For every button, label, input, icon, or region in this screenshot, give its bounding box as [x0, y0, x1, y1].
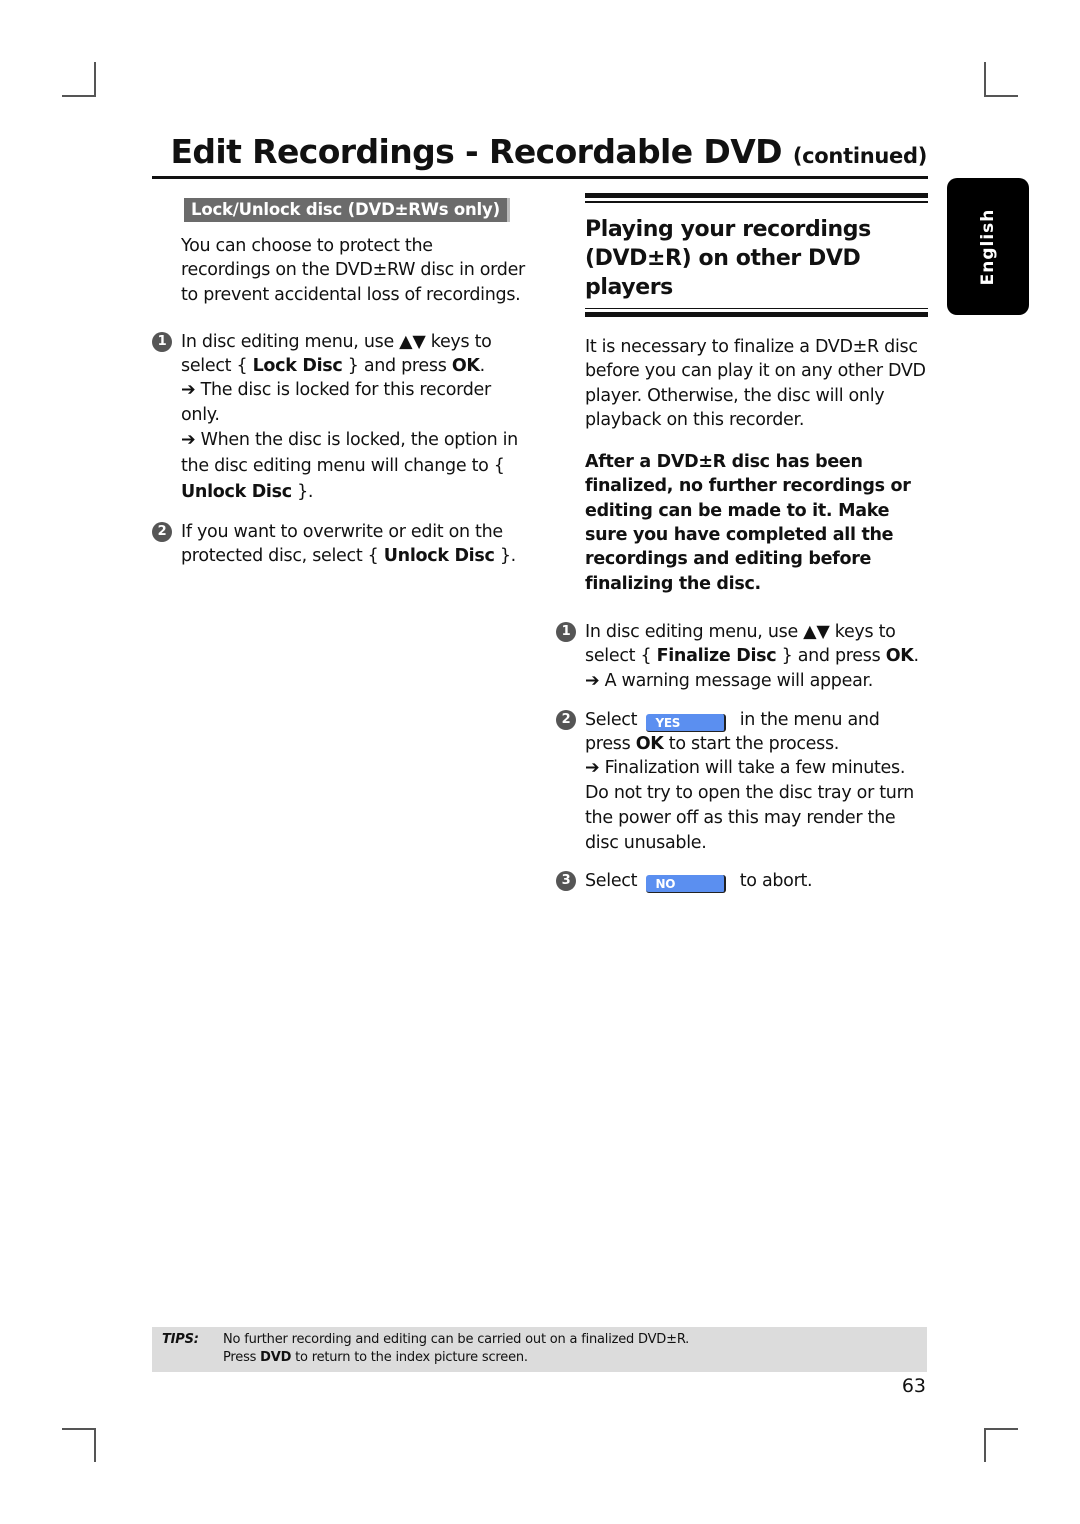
right-column: Playing your recordings (DVD±R) on other…	[556, 193, 928, 894]
step-number-icon: 2	[152, 522, 172, 543]
tips-box: TIPS: No further recording and editing c…	[152, 1327, 927, 1372]
lock-step-1: 1 In disc editing menu, use ▲▼ keys to s…	[152, 330, 527, 505]
tips-line-1: No further recording and editing can be …	[223, 1332, 690, 1347]
lock-intro-text: You can choose to protect the recordings…	[181, 236, 525, 305]
step-number-icon: 1	[152, 331, 172, 352]
yes-menu-badge: YES	[646, 713, 727, 732]
lock-step-1-result-2: ➔ When the disc is locked, the option in…	[181, 430, 518, 503]
step-number-icon: 1	[556, 621, 576, 642]
title-rule	[152, 176, 928, 179]
tips-label: TIPS:	[162, 1332, 199, 1347]
finalize-warning-text: After a DVD±R disc has been finalized, n…	[585, 452, 911, 594]
no-menu-badge: NO	[646, 875, 727, 894]
lock-step-2: 2 If you want to overwrite or edit on th…	[152, 520, 527, 569]
crop-mark-top-right-v	[984, 62, 986, 96]
crop-mark-bottom-left-v	[94, 1428, 96, 1462]
crop-mark-bottom-left-h	[62, 1428, 96, 1430]
crop-mark-top-right-h	[984, 95, 1018, 97]
page-number: 63	[901, 1375, 926, 1397]
page-title: Edit Recordings - Recordable DVD (contin…	[170, 132, 927, 171]
language-tab: English	[947, 178, 1029, 315]
language-tab-label: English	[978, 208, 998, 285]
finalize-intro-text: It is necessary to finalize a DVD±R disc…	[585, 337, 926, 430]
tips-line-2: Press DVD to return to the index picture…	[223, 1350, 528, 1365]
crop-mark-bottom-right-v	[984, 1428, 986, 1462]
crop-mark-bottom-right-h	[984, 1428, 1018, 1430]
finalize-step-3: 3 Select NO to abort.	[556, 869, 928, 894]
left-column: Lock/Unlock disc (DVD±RWs only) You can …	[152, 198, 527, 569]
lock-step-1-result-1: ➔ The disc is locked for this recorder o…	[181, 380, 491, 425]
page-title-suffix: (continued)	[792, 144, 927, 168]
section-title-lock-unlock: Lock/Unlock disc (DVD±RWs only)	[184, 198, 510, 222]
crop-mark-top-left-h	[62, 95, 96, 97]
tips-text: No further recording and editing can be …	[223, 1331, 689, 1367]
section-title-playing: Playing your recordings (DVD±R) on other…	[585, 216, 871, 300]
crop-mark-top-left-v	[94, 62, 96, 96]
section-rule-top	[585, 193, 928, 203]
finalize-step-2-result: ➔ Finalization will take a few minutes. …	[585, 758, 914, 853]
step-number-icon: 3	[556, 871, 576, 892]
page-title-main: Edit Recordings - Recordable DVD	[170, 132, 782, 171]
section-rule-bottom	[585, 307, 928, 317]
finalize-step-2: 2 Select YES in the menu and press OK to…	[556, 708, 928, 855]
finalize-step-1-result: ➔ A warning message will appear.	[585, 670, 874, 691]
finalize-step-1: 1 In disc editing menu, use ▲▼ keys to s…	[556, 620, 928, 693]
step-number-icon: 2	[556, 709, 576, 730]
